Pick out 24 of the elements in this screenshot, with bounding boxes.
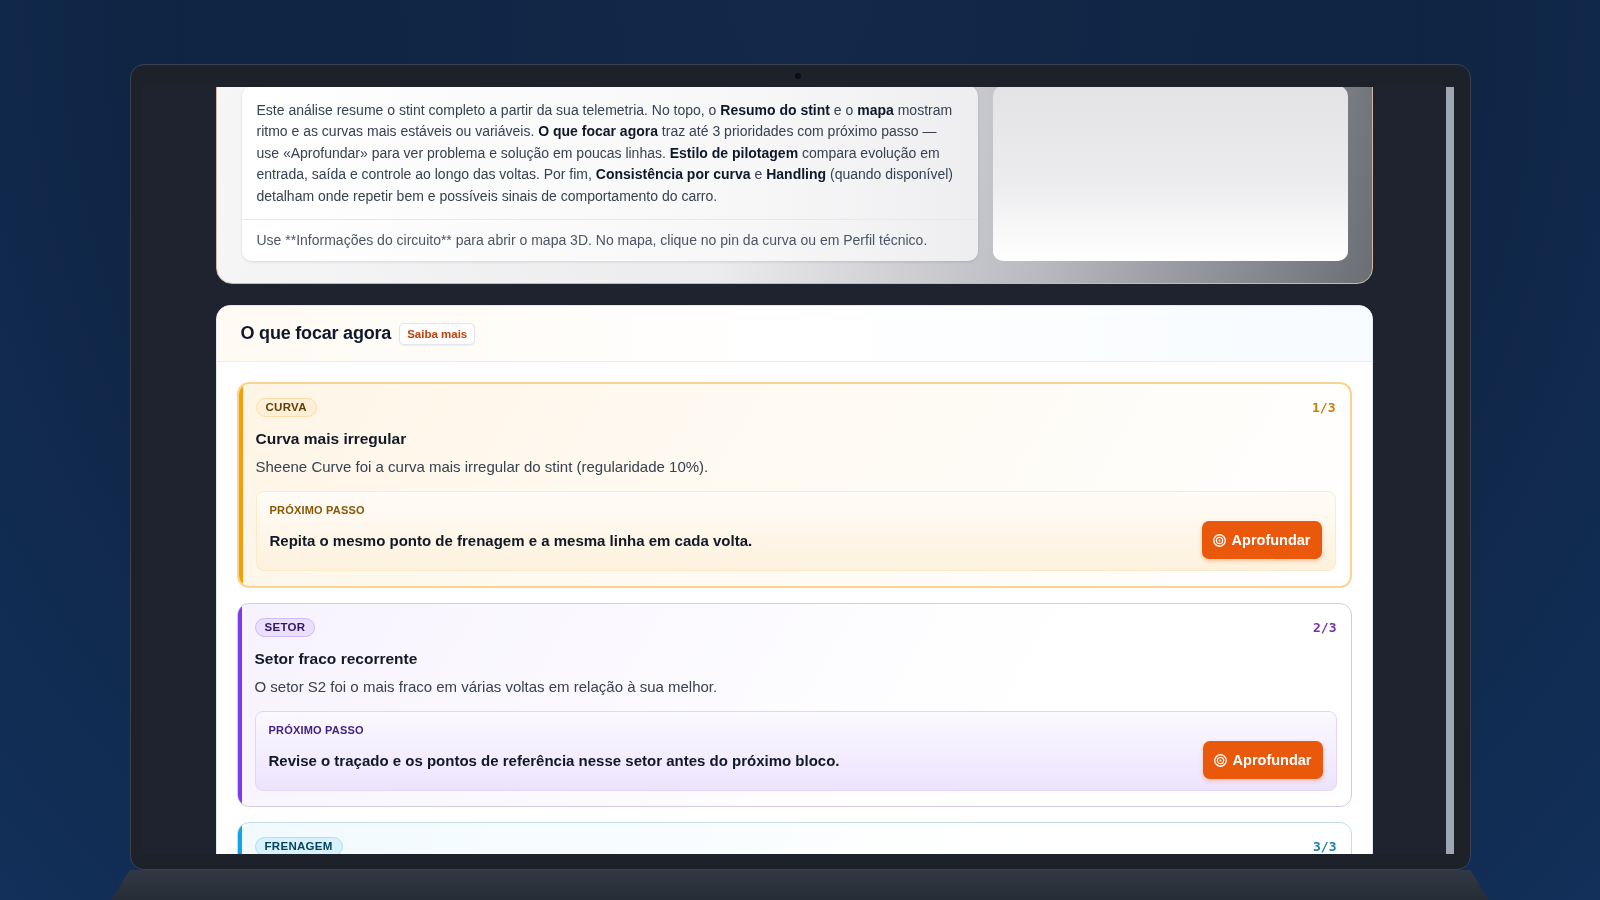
category-tag: CURVA <box>255 398 317 418</box>
learn-more-button[interactable]: Saiba mais <box>399 322 476 345</box>
priority-title: Setor fraco recorrente <box>254 649 419 670</box>
next-step-text: Revise o traçado e os pontos de referência nesse setor antes do próximo bloco. <box>268 751 840 769</box>
next-step-text: Repita o mesmo ponto de frenagem e a mesma linha em cada volta. <box>269 531 753 549</box>
scrollbar-thumb[interactable] <box>1445 87 1454 854</box>
priority-title: Curva mais irregular <box>255 429 408 450</box>
target-icon <box>1212 533 1226 547</box>
deep-dive-button[interactable]: Aprofundar <box>1202 741 1323 780</box>
camera-icon <box>795 73 801 79</box>
intro-text: Este análise resume o stint completo a partir da sua telemetria. No topo, o Resumo do stint e o mapa mostram ritmo e as curvas mais estáveis ou variáveis. O que focar agora traz até 3 prioridades com próximo passo — use «Aprofundar» para ver problema e solução em poucas linhas. Estilo de pilotagem compara evolução em entrada, saída e controle ao longo das voltas. Por fim, Consistência por curva e Handling (quando disponível) detalham onde repetir bem e possíveis sinais de comportamento do carro. <box>255 101 954 206</box>
deep-dive-button[interactable]: Aprofundar <box>1201 521 1322 560</box>
priority-counter: 2/3 <box>1313 620 1337 636</box>
category-tag: SETOR <box>254 618 316 638</box>
next-step-label: PRÓXIMO PASSO <box>269 503 365 519</box>
footnote-text: Use **Informações do circuito** para abrir o mapa 3D. No mapa, clique no pin da curva ou em Perfil técnico. <box>241 219 978 262</box>
section-title: O que focar agora <box>240 323 392 345</box>
priority-counter: 1/3 <box>1312 400 1336 416</box>
priority-description: O setor S2 foi o mais fraco em várias voltas em relação à sua melhor. <box>254 677 719 698</box>
next-step-label: PRÓXIMO PASSO <box>268 723 364 739</box>
target-icon <box>1213 753 1227 767</box>
category-tag: FRENAGEM <box>254 837 343 854</box>
priority-counter: 3/3 <box>1313 839 1337 854</box>
priority-description: Sheene Curve foi a curva mais irregular do stint (regularidade 10%). <box>255 457 710 478</box>
